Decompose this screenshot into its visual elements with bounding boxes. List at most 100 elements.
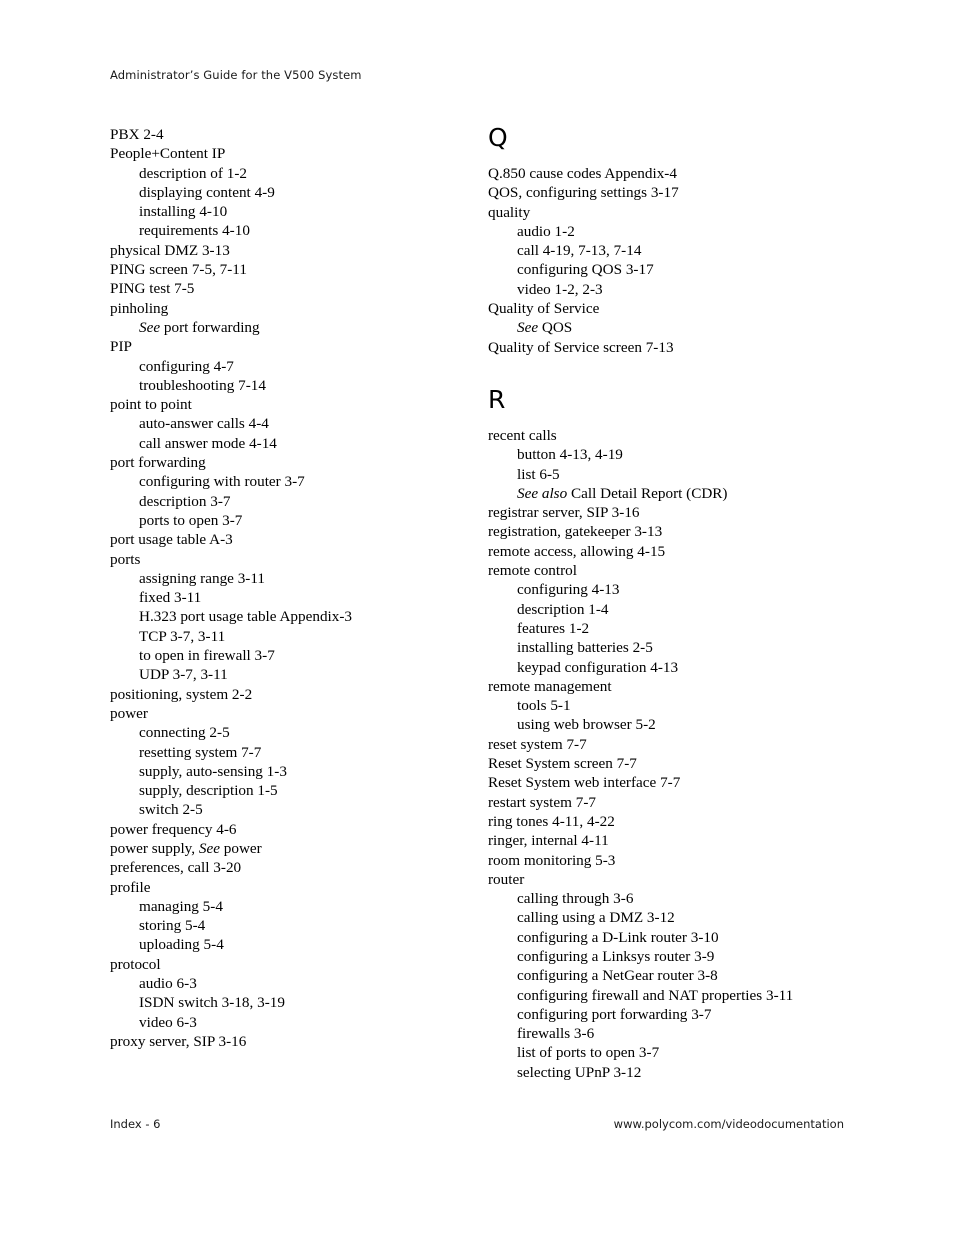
index-subentry: TCP 3-7, 3-11 (139, 627, 226, 645)
index-subentry: keypad configuration 4-13 (517, 658, 679, 676)
cross-reference-label: See (198, 839, 220, 857)
index-section: PBX 2-4 People+Content IP description of 1… (110, 125, 460, 1051)
index-subentry: call 4-19, 7-13, 7-14 (517, 242, 642, 260)
index-entry: ports (110, 550, 141, 568)
index-entry: port usage table A-3 (110, 531, 233, 549)
section-letter-heading: Q (488, 123, 508, 152)
index-subentry: installing batteries 2-5 (517, 639, 653, 657)
index-subentry: See QOS (517, 319, 573, 337)
index-entry: recent calls (488, 426, 557, 444)
index-subentry: configuring a NetGear router 3-8 (517, 967, 718, 985)
index-subentry: button 4-13, 4-19 (517, 446, 623, 464)
index-column-right: Q Q.850 cause codes Appendix-4 QOS, config… (488, 125, 858, 1082)
index-subentry: list of ports to open 3-7 (517, 1044, 660, 1062)
index-subentry: configuring port forwarding 3-7 (517, 1005, 712, 1023)
index-subentry: configuring 4-13 (517, 581, 620, 599)
index-entry: point to point (110, 396, 192, 414)
index-entry: People+Content IP (110, 145, 226, 163)
index-entry: physical DMZ 3-13 (110, 241, 230, 259)
index-subentry: configuring 4-7 (139, 357, 234, 375)
index-subentry: installing 4-10 (139, 203, 228, 221)
index-subentry: UDP 3-7, 3-11 (139, 666, 228, 684)
index-entry: ring tones 4-11, 4-22 (488, 812, 615, 830)
index-entry: remote control (488, 562, 577, 580)
index-section: Rrecent calls button 4-13, 4-19 list 6-5 Se… (488, 387, 858, 1082)
index-subentry: calling using a DMZ 3-12 (517, 909, 675, 927)
index-entry: positioning, system 2-2 (110, 685, 253, 703)
index-subentry: fixed 3-11 (139, 589, 202, 607)
section-letter-heading: R (488, 384, 506, 414)
index-subentry: video 1-2, 2-3 (517, 280, 603, 298)
index-subentry: using web browser 5-2 (517, 716, 656, 734)
index-subentry: description of 1-2 (139, 164, 247, 182)
cross-reference-label: See also (517, 484, 568, 502)
index-subentry: assigning range 3-11 (139, 569, 265, 587)
index-subentry: storing 5-4 (139, 917, 206, 935)
index-subentry: firewalls 3-6 (517, 1025, 595, 1043)
index-entry: preferences, call 3-20 (110, 859, 242, 877)
index-entry: profile (110, 878, 151, 896)
index-subentry: displaying content 4-9 (139, 183, 275, 201)
index-subentry: resetting system 7-7 (139, 743, 262, 761)
index-subentry: description 1-4 (517, 600, 609, 618)
index-subentry: configuring QOS 3-17 (517, 261, 654, 279)
index-subentry: list 6-5 (517, 465, 560, 483)
index-subentry: uploading 5-4 (139, 936, 224, 954)
index-subentry: description 3-7 (139, 492, 231, 510)
cross-reference-label: See (517, 319, 539, 337)
index-entry-list: PBX 2-4 People+Content IP description of 1… (110, 125, 460, 1051)
index-entry: remote access, allowing 4-15 (488, 542, 666, 560)
index-entry-list: recent calls button 4-13, 4-19 list 6-5 See… (488, 426, 858, 1082)
index-entry: PING test 7-5 (110, 280, 195, 298)
index-subentry: H.323 port usage table Appendix-3 (139, 608, 353, 626)
index-page: Administrator’s Guide for the V500 Syste… (0, 0, 954, 1235)
index-subentry: configuring firewall and NAT properties … (517, 986, 794, 1004)
footer-url: www.polycom.com/videodocumentation (613, 1117, 844, 1131)
index-section: Q Q.850 cause codes Appendix-4 QOS, config… (488, 125, 858, 357)
cross-reference-label: See (139, 318, 161, 336)
index-entry: QOS, configuring settings 3-17 (488, 184, 679, 202)
footer-page-label: Index - 6 (110, 1117, 161, 1131)
index-subentry: See port forwarding (139, 318, 260, 336)
index-subentry: supply, description 1-5 (139, 782, 278, 800)
index-entry: power supply, See power (110, 839, 262, 857)
index-entry: PIP (110, 338, 132, 356)
index-subentry: connecting 2-5 (139, 724, 230, 742)
index-entry: power frequency 4-6 (110, 820, 237, 838)
index-entry: PING screen 7-5, 7-11 (110, 261, 247, 279)
index-entry: room monitoring 5-3 (488, 851, 616, 869)
index-subentry: configuring with router 3-7 (139, 473, 305, 491)
index-entry: reset system 7-7 (488, 735, 587, 753)
index-entry: pinholing (110, 299, 169, 317)
index-entry: Q.850 cause codes Appendix-4 (488, 165, 677, 182)
index-subentry: configuring a Linksys router 3-9 (517, 947, 715, 965)
index-subentry: video 6-3 (139, 1013, 197, 1031)
index-subentry: audio 1-2 (517, 222, 575, 240)
index-subentry: ports to open 3-7 (139, 511, 243, 529)
index-entry: restart system 7-7 (488, 793, 596, 811)
index-subentry: calling through 3-6 (517, 890, 634, 908)
index-entry: PBX 2-4 (110, 126, 164, 143)
index-entry: Quality of Service (488, 300, 600, 318)
index-entry-list: Q.850 cause codes Appendix-4 QOS, configu… (488, 164, 858, 357)
index-entry: Quality of Service screen 7-13 (488, 338, 674, 356)
index-subentry: supply, auto-sensing 1-3 (139, 762, 287, 780)
index-entry: registrar server, SIP 3-16 (488, 504, 640, 522)
index-entry: power (110, 704, 148, 722)
index-subentry: switch 2-5 (139, 801, 203, 819)
index-subentry: tools 5-1 (517, 697, 571, 715)
index-entry: Reset System web interface 7-7 (488, 774, 681, 792)
index-entry: protocol (110, 955, 161, 973)
index-entry: router (488, 870, 525, 888)
index-subentry: audio 6-3 (139, 975, 197, 993)
index-subentry: See also Call Detail Report (CDR) (517, 484, 728, 502)
index-entry: ringer, internal 4-11 (488, 832, 609, 850)
index-entry: quality (488, 203, 531, 221)
index-entry: registration, gatekeeper 3-13 (488, 523, 663, 541)
index-subentry: features 1-2 (517, 619, 590, 637)
index-subentry: to open in firewall 3-7 (139, 647, 275, 665)
index-entry: port forwarding (110, 454, 206, 472)
running-header-title: Administrator’s Guide for the V500 Syste… (110, 68, 362, 82)
index-subentry: managing 5-4 (139, 897, 223, 915)
index-subentry: selecting UPnP 3-12 (517, 1063, 642, 1081)
